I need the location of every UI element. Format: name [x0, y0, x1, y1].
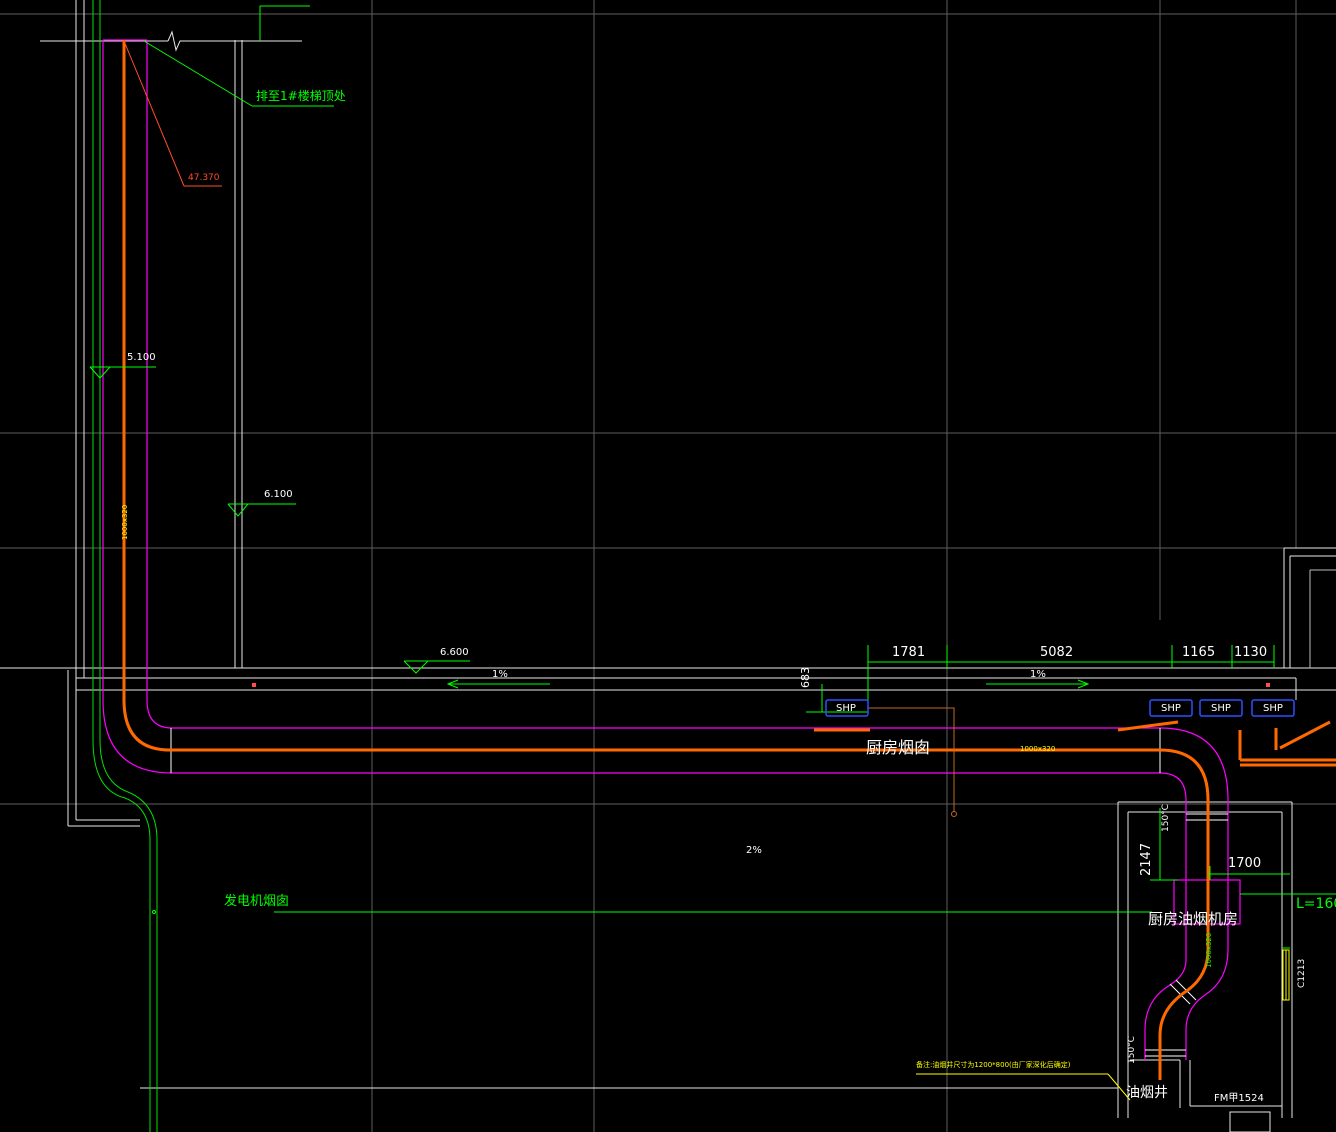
label-exhaust-destination: 排至1#楼梯顶处: [256, 89, 346, 103]
label-level-5100: 5.100: [127, 352, 156, 363]
label-slope-mid: 2%: [746, 845, 762, 856]
red-leader: [123, 40, 222, 187]
cad-drawing-canvas: [0, 0, 1336, 1132]
equipment-leader: [868, 707, 957, 817]
dim-1781: 1781: [892, 645, 926, 660]
label-elevation-red: 47.370: [188, 173, 220, 183]
label-duct-size-right: 1000x320: [1205, 932, 1213, 968]
dim-683: 683: [799, 667, 812, 688]
label-kitchen-fan-room: 厨房油烟机房: [1148, 910, 1239, 928]
duct-break-markers: [170, 728, 1228, 1057]
label-slope-right: 1%: [1030, 669, 1046, 680]
label-shaft-note: 备注:油烟井尺寸为1200*800(由厂家深化后确定): [916, 1061, 1071, 1069]
right-wall: [1309, 569, 1336, 668]
note-leader: [916, 1073, 1131, 1101]
label-temp-bottom: 150°C: [1127, 1036, 1137, 1064]
label-temp-top: 150°C: [1161, 804, 1171, 832]
label-length-note: L=1600: [1296, 896, 1336, 912]
label-generator-flue: 发电机烟囱: [224, 894, 290, 909]
red-point-markers: [252, 683, 1270, 687]
shp-label-1: SHP: [836, 703, 856, 714]
label-duct-size-main: 1000x320: [1020, 745, 1056, 753]
label-slope-left: 1%: [492, 669, 508, 680]
dim-1130: 1130: [1234, 645, 1268, 660]
grid-lines: [0, 0, 1336, 1132]
label-fire-door: FM甲1524: [1214, 1093, 1264, 1104]
dim-2147: 2147: [1139, 842, 1154, 876]
dim-1165: 1165: [1182, 645, 1216, 660]
label-kitchen-chimney: 厨房烟囱: [866, 738, 931, 757]
label-window: C1213: [1297, 958, 1307, 988]
walls: [0, 0, 1336, 1132]
shp-label-3: SHP: [1211, 703, 1231, 714]
shp-label-2: SHP: [1161, 703, 1181, 714]
dim-1700: 1700: [1228, 856, 1262, 871]
label-level-6100: 6.100: [264, 489, 293, 500]
label-oil-shaft: 油烟井: [1126, 1085, 1168, 1101]
label-level-6600: 6.600: [440, 647, 469, 658]
shp-label-4: SHP: [1263, 703, 1283, 714]
label-duct-size-vertical: 1000x320: [121, 504, 129, 540]
dim-5082: 5082: [1040, 645, 1074, 660]
